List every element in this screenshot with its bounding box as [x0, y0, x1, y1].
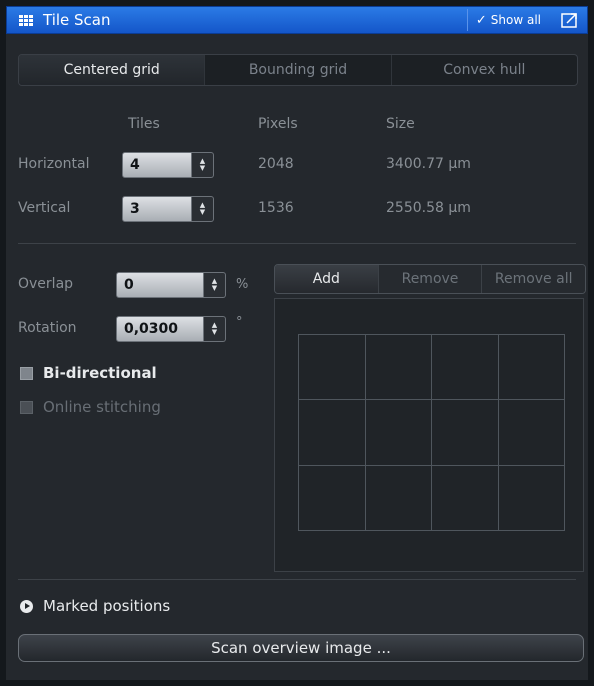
- rotation-field[interactable]: 0,0300: [116, 316, 204, 342]
- rotation-label: Rotation: [18, 320, 77, 336]
- horizontal-tiles-stepper[interactable]: 4 ▲ ▼: [122, 152, 214, 178]
- vertical-label: Vertical: [18, 200, 71, 216]
- spin-arrows-icon[interactable]: ▲ ▼: [204, 272, 226, 298]
- show-all-label: Show all: [490, 13, 541, 27]
- tiles-column-header: Tiles: [128, 116, 160, 132]
- undock-icon[interactable]: [561, 12, 579, 28]
- tile-preview: [274, 298, 584, 572]
- divider: [18, 243, 576, 244]
- vertical-pixels: 1536: [258, 200, 294, 216]
- show-all-toggle[interactable]: ✓ Show all: [466, 9, 549, 31]
- tile-cell[interactable]: [365, 335, 432, 401]
- tile-cell[interactable]: [299, 400, 366, 466]
- grid-mode-tabs: Centered grid Bounding grid Convex hull: [18, 54, 578, 86]
- expand-arrow-icon[interactable]: [20, 599, 33, 613]
- checkmark-icon: ✓: [475, 12, 487, 28]
- marked-positions-expander[interactable]: Marked positions: [20, 597, 170, 615]
- overlap-field[interactable]: 0: [116, 272, 204, 298]
- panel-title: Tile Scan: [43, 11, 111, 29]
- rotation-stepper[interactable]: 0,0300 ▲ ▼: [116, 316, 226, 342]
- tile-cell[interactable]: [432, 465, 499, 531]
- spin-arrows-icon[interactable]: ▲ ▼: [204, 316, 226, 342]
- tile-cell[interactable]: [498, 465, 565, 531]
- tile-cell[interactable]: [498, 400, 565, 466]
- online-stitching-label: Online stitching: [43, 398, 161, 416]
- add-button[interactable]: Add: [275, 265, 378, 293]
- spin-arrows-icon[interactable]: ▲ ▼: [192, 196, 214, 222]
- title-bar: Tile Scan ✓ Show all: [6, 6, 588, 34]
- scan-overview-button[interactable]: Scan overview image ...: [18, 634, 584, 662]
- grid-icon: [19, 15, 33, 26]
- horizontal-tiles-field[interactable]: 4: [122, 152, 192, 178]
- vertical-tiles-field[interactable]: 3: [122, 196, 192, 222]
- tile-cell[interactable]: [365, 465, 432, 531]
- size-column-header: Size: [386, 116, 415, 132]
- tab-convex-hull[interactable]: Convex hull: [390, 55, 577, 85]
- tile-cell[interactable]: [299, 335, 366, 401]
- divider: [18, 579, 576, 580]
- vertical-size: 2550.58 µm: [386, 200, 471, 216]
- overlap-unit: %: [236, 277, 249, 292]
- tile-cell[interactable]: [432, 400, 499, 466]
- overlap-stepper[interactable]: 0 ▲ ▼: [116, 272, 226, 298]
- online-stitching-checkbox[interactable]: Online stitching: [20, 398, 161, 416]
- positions-button-bar: Add Remove Remove all: [274, 264, 586, 294]
- horizontal-pixels: 2048: [258, 156, 294, 172]
- bidirectional-label: Bi-directional: [43, 364, 157, 382]
- tab-centered-grid[interactable]: Centered grid: [19, 55, 205, 85]
- bidirectional-checkbox[interactable]: Bi-directional: [20, 364, 157, 382]
- vertical-tiles-stepper[interactable]: 3 ▲ ▼: [122, 196, 214, 222]
- tile-grid: [298, 334, 565, 531]
- spin-arrows-icon[interactable]: ▲ ▼: [192, 152, 214, 178]
- horizontal-label: Horizontal: [18, 156, 90, 172]
- pixels-column-header: Pixels: [258, 116, 298, 132]
- tile-scan-window: Tile Scan ✓ Show all Centered grid Bound…: [0, 0, 594, 686]
- overlap-label: Overlap: [18, 276, 74, 292]
- tile-cell[interactable]: [498, 335, 565, 401]
- rotation-unit: °: [236, 315, 243, 330]
- tile-cell[interactable]: [432, 335, 499, 401]
- remove-button[interactable]: Remove: [377, 265, 482, 293]
- marked-positions-label: Marked positions: [43, 597, 171, 615]
- tile-cell[interactable]: [365, 400, 432, 466]
- checkbox-icon[interactable]: [20, 366, 33, 380]
- horizontal-size: 3400.77 µm: [386, 156, 471, 172]
- remove-all-button[interactable]: Remove all: [481, 265, 585, 293]
- tab-bounding-grid[interactable]: Bounding grid: [204, 55, 390, 85]
- checkbox-icon[interactable]: [20, 400, 33, 414]
- tile-scan-panel: Centered grid Bounding grid Convex hull …: [6, 34, 588, 680]
- tile-cell[interactable]: [299, 465, 366, 531]
